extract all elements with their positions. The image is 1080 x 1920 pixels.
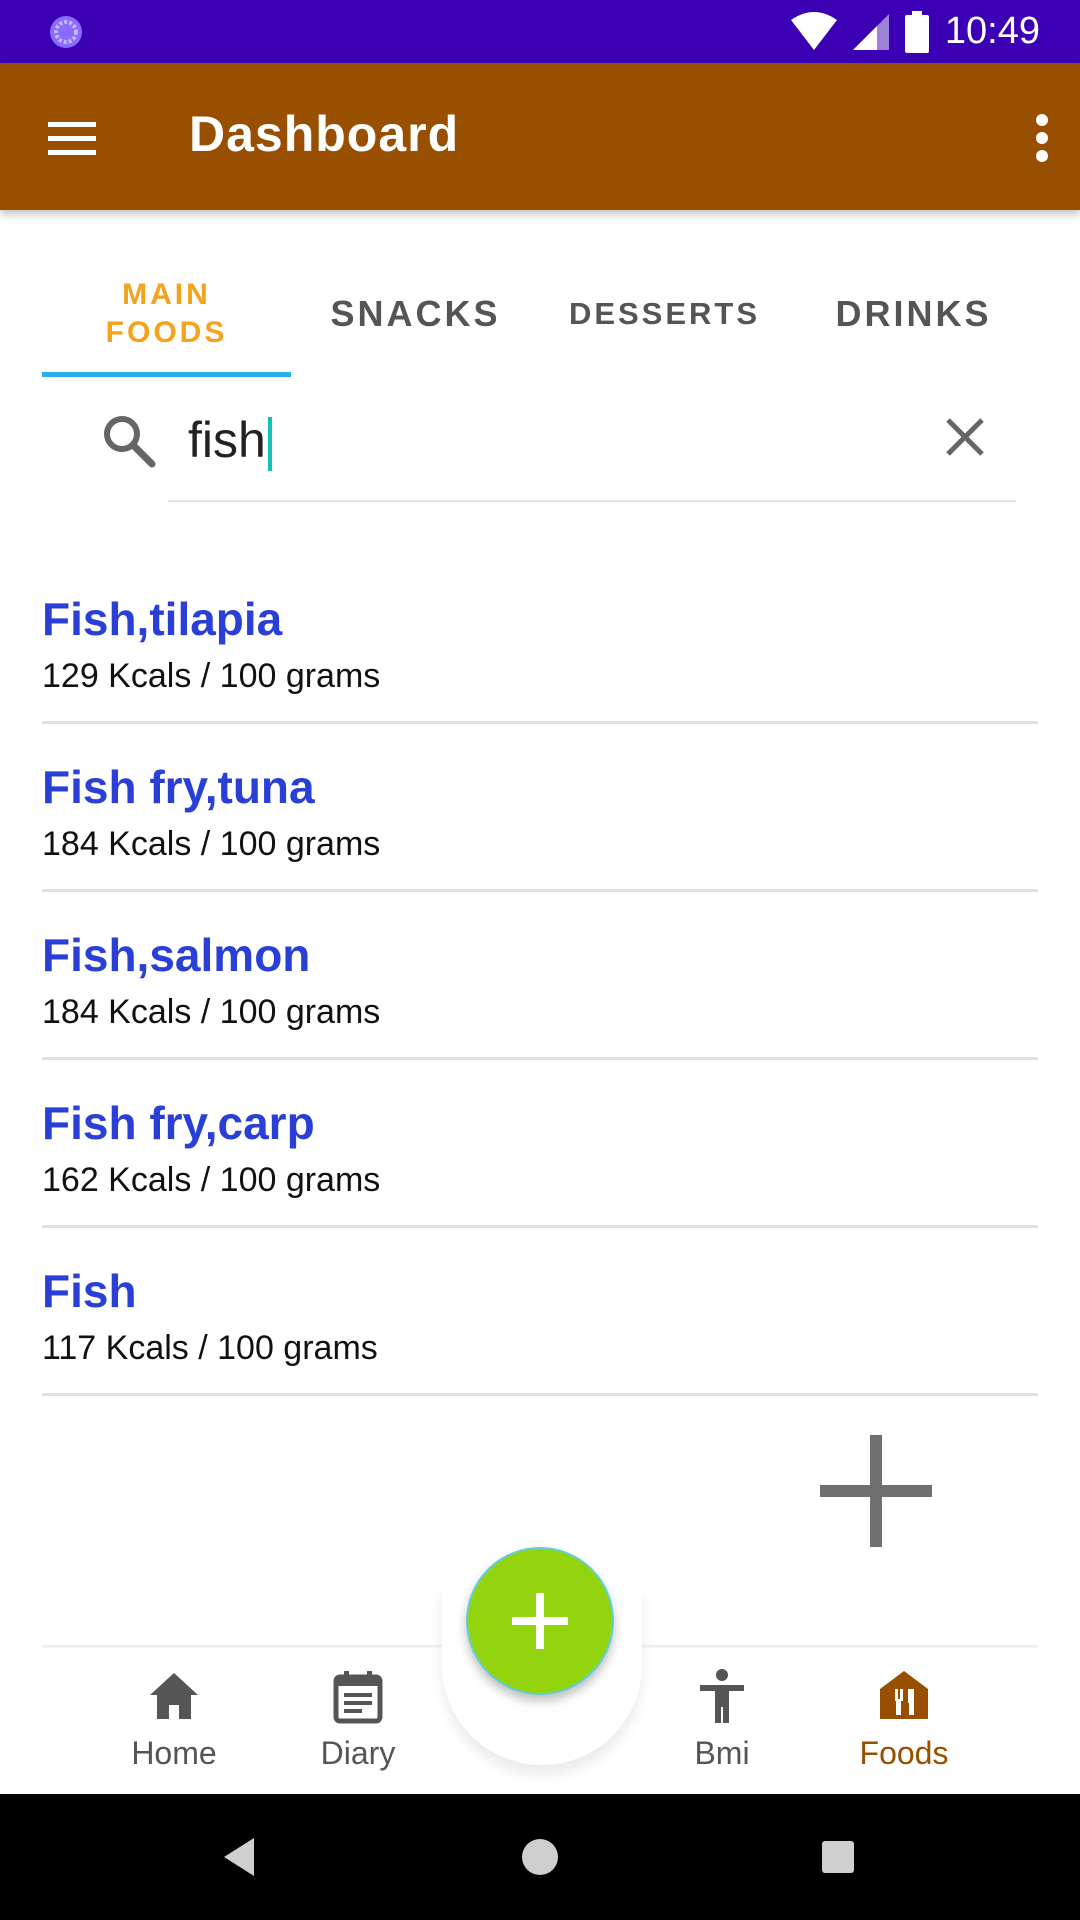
food-name: Fish,salmon — [42, 929, 311, 981]
tab-main-foods[interactable]: MAIN FOODS — [42, 250, 291, 378]
list-item[interactable]: Fish fry,tuna 184 Kcals / 100 grams — [42, 724, 1038, 892]
nav-item-home[interactable]: Home — [94, 1667, 254, 1787]
food-name: Fish,tilapia — [42, 593, 283, 645]
close-icon[interactable] — [940, 412, 990, 462]
food-kcal: 184 Kcals / 100 grams — [42, 993, 381, 1031]
food-kcal: 117 Kcals / 100 grams — [42, 1329, 378, 1367]
food-name: Fish — [42, 1265, 137, 1317]
back-icon[interactable] — [208, 1824, 274, 1890]
search-icon — [104, 416, 156, 468]
nav-item-bmi[interactable]: Bmi — [642, 1667, 802, 1787]
app-notification-icon — [50, 16, 82, 48]
restaurant-icon — [880, 1671, 928, 1719]
search-input-value: fish — [188, 412, 266, 468]
nav-label-bmi: Bmi — [694, 1735, 750, 1771]
food-name: Fish fry,carp — [42, 1097, 315, 1149]
search-underline — [168, 500, 1016, 502]
category-tabs: MAIN FOODS SNACKS DESSERTS DRINKS — [42, 250, 1038, 378]
app-bar: Dashboard — [0, 63, 1080, 210]
more-vert-icon[interactable] — [1000, 103, 1060, 173]
list-item[interactable]: Fish 117 Kcals / 100 grams — [42, 1228, 1038, 1396]
hamburger-menu-icon[interactable] — [42, 108, 102, 168]
search-input[interactable]: fish — [188, 405, 888, 475]
food-kcal: 162 Kcals / 100 grams — [42, 1161, 381, 1199]
list-item[interactable]: Fish fry,carp 162 Kcals / 100 grams — [42, 1060, 1038, 1228]
system-navigation-bar — [0, 1794, 1080, 1920]
text-caret — [267, 416, 272, 471]
food-kcal: 184 Kcals / 100 grams — [42, 825, 381, 863]
tab-snacks[interactable]: SNACKS — [291, 250, 540, 378]
status-icons: 10:49 — [790, 0, 1040, 63]
tab-indicator — [42, 372, 291, 377]
nav-label-home: Home — [131, 1735, 217, 1771]
tab-drinks[interactable]: DRINKS — [789, 250, 1038, 378]
list-item[interactable]: Fish,tilapia 129 Kcals / 100 grams — [42, 556, 1038, 724]
status-time: 10:49 — [944, 10, 1040, 52]
battery-icon — [904, 10, 929, 53]
recents-icon[interactable] — [805, 1824, 871, 1890]
nav-item-diary[interactable]: Diary — [278, 1667, 438, 1787]
nav-item-foods[interactable]: Foods — [824, 1667, 984, 1787]
accessibility-icon — [700, 1669, 744, 1723]
nav-label-diary: Diary — [320, 1735, 396, 1771]
nav-label-foods: Foods — [859, 1735, 949, 1771]
home-circle-icon[interactable] — [507, 1824, 573, 1890]
home-icon — [150, 1673, 198, 1719]
status-bar: 10:49 — [0, 0, 1080, 63]
wifi-icon — [790, 11, 837, 50]
signal-icon — [852, 13, 889, 50]
tab-desserts[interactable]: DESSERTS — [540, 250, 789, 378]
plus-icon — [512, 1593, 568, 1649]
food-list: Fish,tilapia 129 Kcals / 100 grams Fish … — [42, 556, 1038, 1396]
calendar-icon — [333, 1671, 383, 1724]
page-title: Dashboard — [189, 106, 460, 162]
list-item[interactable]: Fish,salmon 184 Kcals / 100 grams — [42, 892, 1038, 1060]
plus-icon[interactable] — [818, 1433, 934, 1549]
food-name: Fish fry,tuna — [42, 761, 315, 813]
fab-add-button[interactable] — [466, 1547, 614, 1695]
food-kcal: 129 Kcals / 100 grams — [42, 657, 381, 695]
